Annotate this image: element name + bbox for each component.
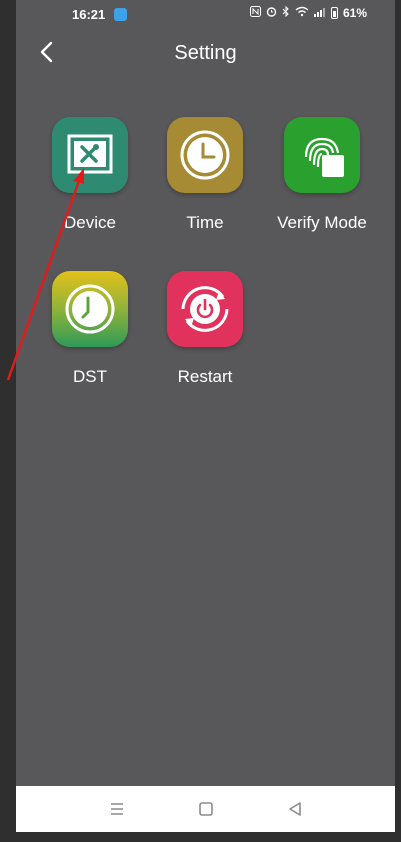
notification-app-icon (114, 8, 127, 21)
tile-restart[interactable]: Restart (150, 271, 260, 387)
page-title: Setting (174, 42, 237, 64)
fingerprint-card-icon (304, 137, 344, 177)
back-nav-button[interactable] (284, 798, 306, 820)
tile-dst-label: DST (73, 367, 107, 386)
time-tile-icon-box (167, 117, 243, 193)
battery-icon (330, 7, 338, 19)
tile-verify-mode[interactable]: Verify Mode (267, 117, 377, 233)
nfc-icon (249, 6, 261, 20)
tile-time[interactable]: Time (150, 117, 260, 233)
tile-verify-mode-label: Verify Mode (277, 213, 367, 232)
tile-restart-label: Restart (177, 367, 233, 386)
square-home-icon (199, 802, 213, 816)
system-nav-bar (16, 786, 395, 832)
home-button[interactable] (195, 798, 217, 820)
tile-device[interactable]: Device (35, 117, 145, 233)
dst-tile-icon-box (52, 271, 128, 347)
clock-icon (180, 130, 230, 180)
device-tile-icon-box (52, 117, 128, 193)
status-icons: 61% (249, 5, 367, 20)
device-frame: 16:21 61% Setting Device Time Verify Mod… (0, 0, 401, 842)
app-header: Setting (16, 30, 395, 80)
tile-device-label: Device (64, 213, 116, 232)
menu-lines-icon (111, 803, 123, 815)
signal-icon (313, 6, 326, 20)
verify-tile-icon-box (284, 117, 360, 193)
restart-tile-icon-box (167, 271, 243, 347)
tile-dst[interactable]: DST (35, 271, 145, 387)
triangle-back-icon (289, 802, 301, 816)
recent-apps-button[interactable] (106, 798, 128, 820)
wifi-icon (295, 6, 309, 20)
battery-percent: 61% (342, 6, 367, 20)
status-bar: 16:21 61% (16, 0, 395, 30)
tile-time-label: Time (186, 213, 224, 232)
dst-clock-icon (65, 284, 115, 334)
status-time: 16:21 (72, 7, 106, 22)
app-screen: 16:21 61% Setting Device Time Verify Mod… (16, 0, 395, 832)
alarm-icon (266, 6, 277, 20)
device-tools-icon (67, 134, 113, 174)
bluetooth-icon (282, 5, 290, 20)
restart-power-icon (181, 286, 229, 332)
